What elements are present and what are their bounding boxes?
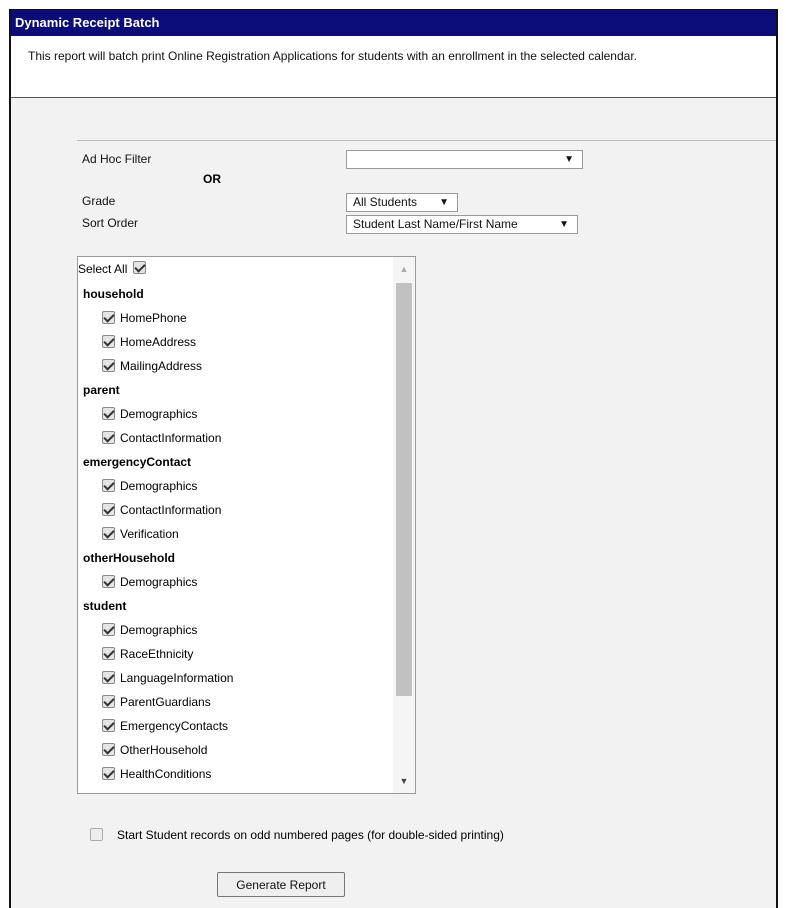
checklist-item[interactable]: Verification: [102, 522, 179, 546]
panel-title: Dynamic Receipt Batch: [11, 10, 776, 36]
select-all-checkbox[interactable]: [132, 261, 146, 274]
checklist-item-checkbox[interactable]: [102, 335, 115, 348]
or-separator: OR: [203, 172, 221, 186]
checklist-item[interactable]: OtherHousehold: [102, 738, 207, 762]
report-description-box: This report will batch print Online Regi…: [11, 36, 776, 98]
checklist-item-checkbox[interactable]: [102, 647, 115, 660]
checklist-item-label: ContactInformation: [120, 431, 222, 445]
ad-hoc-filter-select[interactable]: ▼: [346, 150, 583, 169]
ad-hoc-filter-label: Ad Hoc Filter: [82, 152, 152, 166]
checklist-item-label: HealthConditions: [120, 767, 212, 781]
checklist-item[interactable]: Demographics: [102, 618, 197, 642]
chevron-down-icon: ▼: [559, 219, 569, 230]
grade-label: Grade: [82, 194, 116, 208]
checklist-item-label: LanguageInformation: [120, 671, 234, 685]
checklist-item-label: Demographics: [120, 623, 198, 637]
checklist-item-checkbox[interactable]: [102, 431, 115, 444]
chevron-down-icon: ▼: [564, 154, 574, 165]
odd-pages-label: Start Student records on odd numbered pa…: [117, 828, 504, 842]
checklist-item-label: ContactInformation: [120, 503, 222, 517]
select-all-row[interactable]: Select All: [78, 260, 146, 278]
checklist-item-checkbox[interactable]: [102, 743, 115, 756]
grade-value: All Students: [353, 195, 418, 209]
scroll-up-icon[interactable]: ▲: [393, 259, 415, 279]
checklist-item[interactable]: EmergencyContacts: [102, 714, 228, 738]
checklist-item[interactable]: ContactInformation: [102, 498, 221, 522]
checklist-item[interactable]: Demographics: [102, 570, 197, 594]
checklist-item-label: HomePhone: [120, 311, 187, 325]
checklist-item-label: OtherHousehold: [120, 743, 208, 757]
checklist-item-label: RaceEthnicity: [120, 647, 194, 661]
odd-pages-checkbox[interactable]: [90, 828, 103, 841]
odd-pages-option[interactable]: Start Student records on odd numbered pa…: [90, 826, 504, 844]
checklist-item-checkbox[interactable]: [102, 311, 115, 324]
checklist-item-label: ParentGuardians: [120, 695, 211, 709]
checklist-item-label: MailingAddress: [120, 359, 203, 373]
checklist-item-checkbox[interactable]: [102, 767, 115, 780]
checklist-item-checkbox[interactable]: [102, 671, 115, 684]
checklist-item-checkbox[interactable]: [102, 575, 115, 588]
checklist-item-checkbox[interactable]: [102, 479, 115, 492]
checklist-scrollbar[interactable]: ▲ ▼: [393, 257, 415, 793]
checklist-item-label: Verification: [120, 527, 179, 541]
checklist-item-checkbox[interactable]: [102, 623, 115, 636]
report-panel: Dynamic Receipt Batch This report will b…: [9, 9, 778, 908]
sort-order-value: Student Last Name/First Name: [353, 217, 518, 231]
sort-order-label: Sort Order: [82, 216, 139, 230]
checklist-item-label: Demographics: [120, 407, 198, 421]
checklist-item[interactable]: MailingAddress: [102, 354, 202, 378]
checklist-item[interactable]: LanguageInformation: [102, 666, 233, 690]
checklist-item-checkbox[interactable]: [102, 359, 115, 372]
checklist-item-label: HomeAddress: [120, 335, 197, 349]
checklist-item-checkbox[interactable]: [102, 503, 115, 516]
checklist-item-checkbox[interactable]: [102, 719, 115, 732]
checklist-item[interactable]: ParentGuardians: [102, 690, 211, 714]
checklist-item-label: Demographics: [120, 479, 198, 493]
generate-report-button[interactable]: Generate Report: [217, 872, 345, 897]
checklist-group-header: student: [83, 599, 127, 613]
checklist-group-header: emergencyContact: [83, 455, 192, 469]
checklist-item[interactable]: HomeAddress: [102, 330, 196, 354]
section-divider: [77, 140, 776, 141]
checklist-item-label: Demographics: [120, 575, 198, 589]
sort-order-select[interactable]: Student Last Name/First Name ▼: [346, 215, 578, 234]
grade-select[interactable]: All Students ▼: [346, 193, 458, 212]
checklist-item[interactable]: Demographics: [102, 402, 197, 426]
checklist-item-checkbox[interactable]: [102, 527, 115, 540]
checklist-item[interactable]: Demographics: [102, 474, 197, 498]
checklist-item-checkbox[interactable]: [102, 407, 115, 420]
select-all-label: Select All: [78, 262, 128, 276]
checklist-item[interactable]: ContactInformation: [102, 426, 221, 450]
checklist-group-header: otherHousehold: [83, 551, 175, 565]
checklist-item[interactable]: HomePhone: [102, 306, 187, 330]
chevron-down-icon: ▼: [439, 197, 449, 208]
checklist-group-header: household: [83, 287, 144, 301]
report-description: This report will batch print Online Regi…: [28, 49, 637, 63]
field-checklist[interactable]: Select All household HomePhone HomeAddress…: [77, 256, 416, 794]
checklist-item-label: EmergencyContacts: [120, 719, 229, 733]
checklist-item-checkbox[interactable]: [102, 695, 115, 708]
checklist-item[interactable]: RaceEthnicity: [102, 642, 193, 666]
checklist-group-header: parent: [83, 383, 120, 397]
scroll-thumb[interactable]: [396, 283, 412, 696]
checklist-item[interactable]: HealthConditions: [102, 762, 211, 786]
scroll-down-icon[interactable]: ▼: [393, 771, 415, 791]
